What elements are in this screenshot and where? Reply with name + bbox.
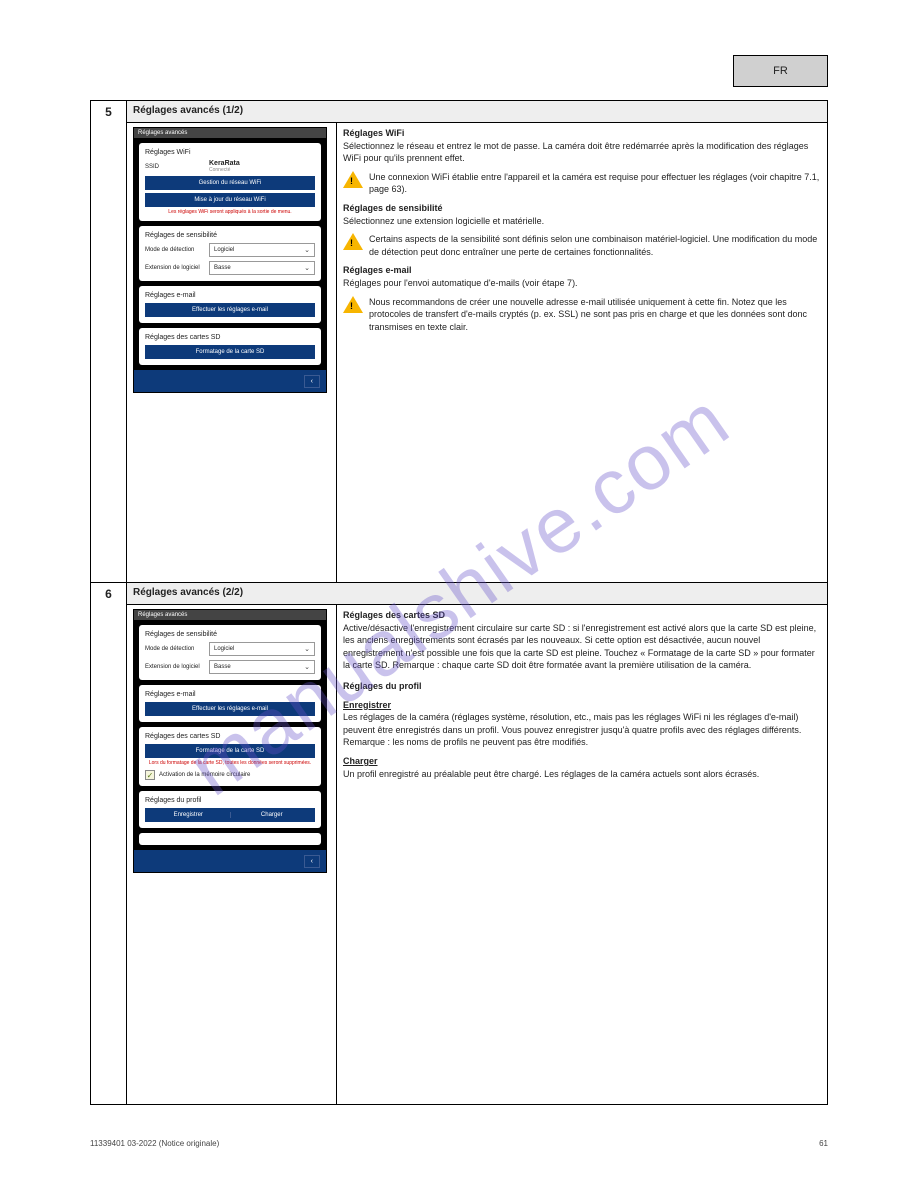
save-profile-button[interactable]: Enregistrer (147, 812, 231, 818)
step-6-number: 6 (91, 583, 127, 1105)
desc-sens-title: Réglages de sensibilité (343, 203, 443, 213)
email-title: Réglages e-mail (145, 292, 315, 299)
footer-left: 11339401 03-2022 (Notice originale) (90, 1139, 219, 1148)
update-wifi-button[interactable]: Mise à jour du réseau WiFi (145, 193, 315, 207)
desc-email-text: Réglages pour l'envoi automatique d'e-ma… (343, 277, 821, 290)
desc-load-title: Charger (343, 756, 378, 766)
email-card: Réglages e-mail Effectuer les réglages e… (139, 286, 321, 323)
language-badge: FR (733, 55, 828, 87)
software-ext-value-6: Basse (214, 664, 231, 670)
detect-mode-label: Mode de détection (145, 247, 205, 253)
email-title-6: Réglages e-mail (145, 691, 315, 698)
warning-icon (343, 171, 363, 188)
software-ext-select[interactable]: Basse ⌄ (209, 261, 315, 275)
desc-save-title: Enregistrer (343, 700, 391, 710)
step-6-heading: Réglages avancés (2/2) (127, 583, 828, 605)
step-5-number: 5 (91, 101, 127, 583)
ssid-label: SSID (145, 164, 205, 170)
warning-icon (343, 233, 363, 250)
detect-mode-label-6: Mode de détection (145, 646, 205, 652)
ssid-value: KeraRata (209, 160, 240, 167)
software-ext-label: Extension de logiciel (145, 265, 205, 271)
profile-card: Réglages du profil Enregistrer Charger (139, 791, 321, 828)
chevron-down-icon: ⌄ (304, 663, 310, 671)
wifi-title: Réglages WiFi (145, 149, 315, 156)
wifi-settings-card: Réglages WiFi SSID KeraRata Connecté Ges… (139, 143, 321, 221)
software-ext-select-6[interactable]: Basse ⌄ (209, 660, 315, 674)
profile-buttons: Enregistrer Charger (145, 808, 315, 822)
format-sd-button-6[interactable]: Formatage de la carte SD (145, 744, 315, 758)
circular-memory-label: Activation de la mémoire circulaire (159, 772, 250, 778)
chevron-down-icon: ⌄ (304, 645, 310, 653)
sd-title: Réglages des cartes SD (145, 334, 315, 341)
bottom-nav: ‹ (134, 370, 326, 392)
warning-2-text: Certains aspects de la sensibilité sont … (369, 233, 821, 258)
sd-card: Réglages des cartes SD Formatage de la c… (139, 328, 321, 365)
profile-title: Réglages du profil (145, 797, 315, 804)
wifi-note: Les réglages WiFi seront appliqués à la … (145, 209, 315, 215)
detect-mode-value-6: Logiciel (214, 646, 234, 652)
back-icon[interactable]: ‹ (304, 375, 320, 388)
manage-wifi-button[interactable]: Gestion du réseau WiFi (145, 176, 315, 190)
desc-profile-title: Réglages du profil (343, 681, 422, 691)
software-ext-label-6: Extension de logiciel (145, 664, 205, 670)
phone-mock-6: Réglages avancés Réglages de sensibilité… (133, 609, 327, 873)
sensitivity-card: Réglages de sensibilité Mode de détectio… (139, 226, 321, 281)
sens-title-6: Réglages de sensibilité (145, 631, 315, 638)
bottom-nav-6: ‹ (134, 850, 326, 872)
chevron-down-icon: ⌄ (304, 246, 310, 254)
footer-right: 61 (819, 1139, 828, 1148)
desc-sd-title: Réglages des cartes SD (343, 610, 445, 620)
desc-load-text: Un profil enregistré au préalable peut ê… (343, 768, 821, 781)
app-header: Réglages avancés (134, 128, 326, 138)
detect-mode-select-6[interactable]: Logiciel ⌄ (209, 642, 315, 656)
partial-card (139, 833, 321, 845)
load-profile-button[interactable]: Charger (231, 812, 314, 818)
page-footer: 11339401 03-2022 (Notice originale) 61 (90, 1139, 828, 1148)
sens-title: Réglages de sensibilité (145, 232, 315, 239)
warning-icon (343, 296, 363, 313)
step-5-description: Réglages WiFi Sélectionnez le réseau et … (337, 123, 828, 583)
desc-save-text: Les réglages de la caméra (réglages syst… (343, 711, 821, 749)
sd-card-6: Réglages des cartes SD Formatage de la c… (139, 727, 321, 786)
step-6-screenshot: Réglages avancés Réglages de sensibilité… (127, 605, 337, 1105)
warning-3-text: Nous recommandons de créer une nouvelle … (369, 296, 821, 334)
detect-mode-select[interactable]: Logiciel ⌄ (209, 243, 315, 257)
desc-email-title: Réglages e-mail (343, 265, 412, 275)
steps-table: 5 Réglages avancés (1/2) Réglages avancé… (90, 100, 828, 1105)
circular-memory-checkbox[interactable]: ✓ (145, 770, 155, 780)
desc-sd-text: Active/désactive l'enregistrement circul… (343, 622, 821, 672)
back-icon[interactable]: ‹ (304, 855, 320, 868)
desc-wifi-text: Sélectionnez le réseau et entrez le mot … (343, 140, 821, 165)
chevron-down-icon: ⌄ (304, 264, 310, 272)
step-5-heading: Réglages avancés (1/2) (127, 101, 828, 123)
desc-wifi-title: Réglages WiFi (343, 128, 404, 138)
app-header: Réglages avancés (134, 610, 326, 620)
step-6-description: Réglages des cartes SD Active/désactive … (337, 605, 828, 1105)
sd-title-6: Réglages des cartes SD (145, 733, 315, 740)
sd-format-note: Lors du formatage de la carte SD, toutes… (145, 760, 315, 766)
software-ext-value: Basse (214, 265, 231, 271)
email-settings-button-6[interactable]: Effectuer les réglages e-mail (145, 702, 315, 716)
detect-mode-value: Logiciel (214, 247, 234, 253)
phone-mock-5: Réglages avancés Réglages WiFi SSID Kera… (133, 127, 327, 393)
email-card-6: Réglages e-mail Effectuer les réglages e… (139, 685, 321, 722)
warning-1-text: Une connexion WiFi établie entre l'appar… (369, 171, 821, 196)
ssid-status: Connecté (209, 167, 240, 173)
desc-sens-text: Sélectionnez une extension logicielle et… (343, 215, 821, 228)
email-settings-button[interactable]: Effectuer les réglages e-mail (145, 303, 315, 317)
step-5-screenshot: Réglages avancés Réglages WiFi SSID Kera… (127, 123, 337, 583)
format-sd-button[interactable]: Formatage de la carte SD (145, 345, 315, 359)
sensitivity-card-6: Réglages de sensibilité Mode de détectio… (139, 625, 321, 680)
